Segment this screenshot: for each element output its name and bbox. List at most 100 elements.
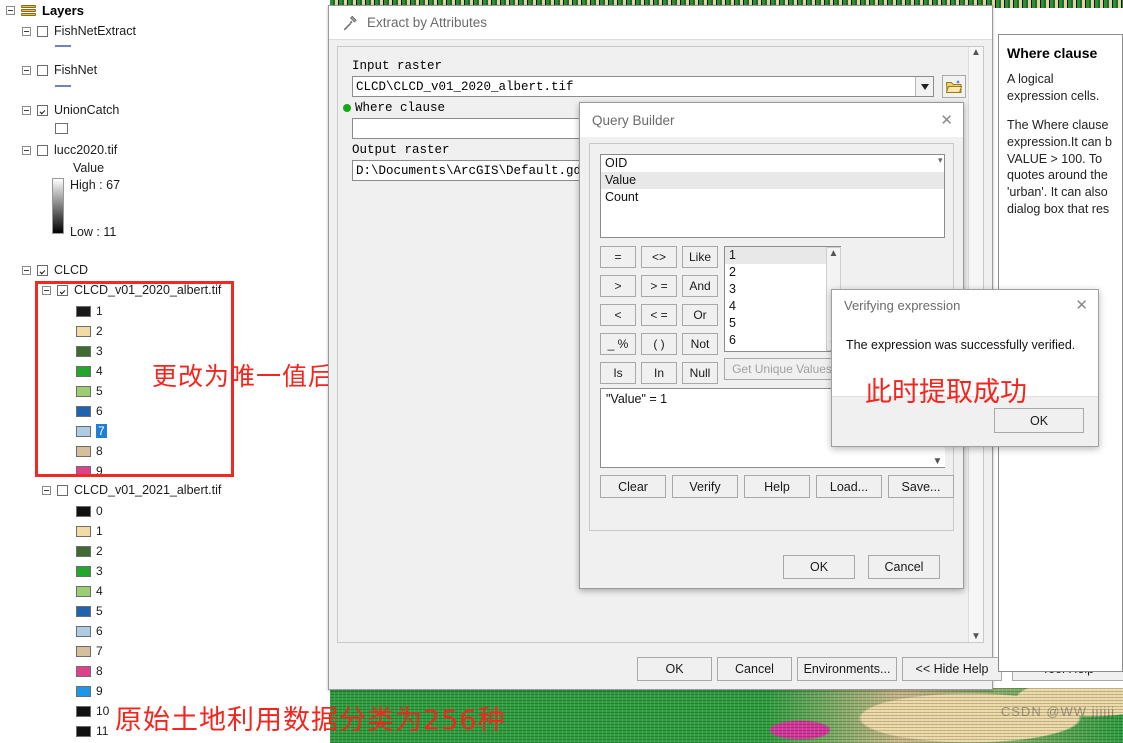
operator-button[interactable]: ( ) — [641, 333, 677, 355]
expander-icon[interactable] — [42, 485, 51, 495]
legend-color-swatch[interactable] — [76, 465, 91, 477]
expander-icon[interactable] — [6, 6, 15, 15]
scroll-up-icon[interactable]: ▲ — [829, 248, 839, 259]
sidebar-item-clcd-group[interactable]: CLCD — [22, 263, 88, 277]
field-list-item[interactable]: Count — [601, 189, 944, 206]
scroll-down-icon[interactable]: ▼ — [971, 631, 981, 642]
hide-help-button[interactable]: << Hide Help — [902, 657, 1002, 681]
field-list-dropdown-icon[interactable]: ▾ — [938, 155, 943, 166]
legend-color-swatch[interactable] — [76, 405, 91, 417]
legend-class-label[interactable]: 7 — [96, 424, 107, 438]
operator-button[interactable]: <> — [641, 246, 677, 268]
operator-button[interactable]: Not — [682, 333, 718, 355]
unique-value-item[interactable]: 3 — [725, 281, 840, 298]
legend-class-label[interactable]: 2 — [96, 544, 103, 558]
expander-icon[interactable] — [22, 26, 31, 36]
legend-class-item[interactable]: 1 — [76, 524, 103, 538]
legend-class-item[interactable]: 5 — [76, 384, 103, 398]
unique-value-item[interactable]: 1 — [725, 247, 840, 264]
query-builder-save-button[interactable]: Save... — [888, 475, 954, 498]
legend-class-item[interactable]: 7 — [76, 644, 103, 658]
query-builder-titlebar[interactable]: Query Builder ✕ — [580, 103, 963, 137]
legend-class-item[interactable]: 1 — [76, 304, 103, 318]
legend-class-label[interactable]: 5 — [96, 604, 103, 618]
legend-class-item[interactable]: 8 — [76, 444, 103, 458]
legend-class-label[interactable]: 4 — [96, 584, 103, 598]
sidebar-item-fishnetextract[interactable]: FishNetExtract — [22, 24, 136, 38]
unique-value-item[interactable]: 6 — [725, 332, 840, 349]
operator-button[interactable]: = — [600, 246, 636, 268]
operator-button[interactable]: _ % — [600, 333, 636, 355]
expander-icon[interactable] — [22, 65, 31, 75]
layer-visibility-checkbox[interactable] — [37, 25, 48, 37]
legend-color-swatch[interactable] — [76, 305, 91, 317]
legend-color-swatch[interactable] — [76, 385, 91, 397]
unique-value-item[interactable]: 4 — [725, 298, 840, 315]
sidebar-item-lucc2020[interactable]: lucc2020.tif — [22, 143, 117, 157]
legend-class-label[interactable]: 7 — [96, 644, 103, 658]
query-builder-ok-button[interactable]: OK — [783, 555, 855, 579]
legend-class-label[interactable]: 3 — [96, 564, 103, 578]
legend-class-item[interactable]: 2 — [76, 544, 103, 558]
legend-color-swatch[interactable] — [76, 445, 91, 457]
chevron-down-icon[interactable] — [915, 77, 933, 96]
legend-class-item[interactable]: 9 — [76, 684, 103, 698]
query-builder-clear-button[interactable]: Clear — [600, 475, 666, 498]
legend-class-item[interactable]: 6 — [76, 404, 103, 418]
browse-input-raster-button[interactable] — [942, 75, 966, 98]
legend-class-label[interactable]: 5 — [96, 384, 103, 398]
query-builder-cancel-button[interactable]: Cancel — [868, 555, 940, 579]
legend-class-item[interactable]: 5 — [76, 604, 103, 618]
legend-color-swatch[interactable] — [76, 325, 91, 337]
query-builder-verify-button[interactable]: Verify — [672, 475, 738, 498]
legend-color-swatch[interactable] — [76, 685, 91, 697]
operator-button[interactable]: Like — [682, 246, 718, 268]
operator-button[interactable]: In — [641, 362, 677, 384]
legend-class-item[interactable]: 4 — [76, 584, 103, 598]
unique-value-item[interactable]: 5 — [725, 315, 840, 332]
legend-color-swatch[interactable] — [76, 585, 91, 597]
legend-class-label[interactable]: 1 — [96, 524, 103, 538]
legend-color-swatch[interactable] — [76, 425, 91, 437]
legend-color-swatch[interactable] — [76, 705, 91, 717]
sidebar-item-unioncatch[interactable]: UnionCatch — [22, 103, 119, 117]
operator-button[interactable]: Null — [682, 362, 718, 384]
message-box-titlebar[interactable]: Verifying expression ✕ — [832, 290, 1098, 320]
expander-icon[interactable] — [42, 285, 51, 295]
legend-color-swatch[interactable] — [76, 545, 91, 557]
field-list-item[interactable]: OID — [601, 155, 944, 172]
legend-class-item[interactable]: 7 — [76, 424, 107, 438]
operator-button[interactable]: Or — [682, 304, 718, 326]
sidebar-item-fishnet[interactable]: FishNet — [22, 63, 97, 77]
legend-color-swatch[interactable] — [76, 605, 91, 617]
unique-value-item[interactable]: 2 — [725, 264, 840, 281]
legend-color-swatch[interactable] — [76, 525, 91, 537]
legend-class-item[interactable]: 9 — [76, 464, 103, 478]
verifying-expression-dialog[interactable]: Verifying expression ✕ The expression wa… — [831, 289, 1099, 447]
layer-visibility-checkbox[interactable] — [57, 484, 68, 496]
dialog-titlebar[interactable]: Extract by Attributes — [329, 6, 992, 40]
scroll-down-icon[interactable]: ▼ — [933, 456, 943, 467]
expander-icon[interactable] — [22, 265, 31, 275]
legend-class-label[interactable]: 9 — [96, 464, 103, 478]
legend-color-swatch[interactable] — [76, 365, 91, 377]
legend-color-swatch[interactable] — [76, 725, 91, 737]
unique-values-list[interactable]: 123456 — [724, 246, 841, 352]
toc-root-layers[interactable]: Layers — [6, 3, 84, 18]
layer-visibility-checkbox[interactable] — [37, 264, 48, 276]
legend-color-swatch[interactable] — [76, 345, 91, 357]
legend-class-label[interactable]: 8 — [96, 664, 103, 678]
legend-color-swatch[interactable] — [76, 565, 91, 577]
legend-class-item[interactable]: 11 — [76, 724, 108, 738]
legend-class-label[interactable]: 11 — [96, 724, 108, 738]
legend-class-item[interactable]: 3 — [76, 344, 103, 358]
legend-color-swatch[interactable] — [76, 645, 91, 657]
legend-class-item[interactable]: 8 — [76, 664, 103, 678]
close-icon[interactable]: ✕ — [940, 113, 953, 128]
legend-color-swatch[interactable] — [76, 505, 91, 517]
legend-class-label[interactable]: 1 — [96, 304, 103, 318]
sidebar-item-clcd-2021[interactable]: CLCD_v01_2021_albert.tif — [42, 483, 221, 497]
legend-class-label[interactable]: 9 — [96, 684, 103, 698]
environments-button[interactable]: Environments... — [797, 657, 897, 681]
operator-button[interactable]: > — [600, 275, 636, 297]
